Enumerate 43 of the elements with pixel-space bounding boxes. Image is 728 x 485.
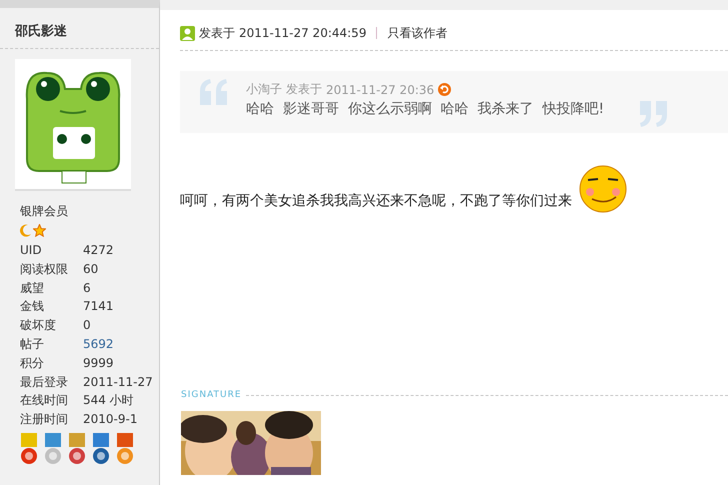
user-icon (180, 26, 195, 40)
post-body: 呵呵，有两个美女追杀我我高兴还来不急呢，不跑了等你们过来 (180, 192, 572, 210)
open-quote-icon (200, 79, 228, 105)
medal-icon (91, 432, 111, 466)
stat-value: 60 (83, 260, 100, 278)
stat-label: 在线时间 (20, 392, 69, 410)
stat-label: 破坏度 (20, 317, 57, 334)
star-icon (33, 224, 46, 237)
posted-label: 发表于 (199, 24, 235, 42)
stat-value: 2010-9-1 (83, 411, 138, 428)
stat-value: 544 小时 (83, 392, 135, 410)
medal-icon (19, 432, 39, 466)
author-only-link[interactable]: 只看该作者 (387, 24, 448, 42)
stat-label: 金钱 (20, 298, 45, 316)
stat-label: 威望 (20, 280, 45, 297)
medal-icon (67, 432, 87, 466)
stat-value: 6 (83, 280, 92, 297)
stat-value: 2011-11-27 (83, 374, 154, 391)
quote-author: 小淘子 (246, 81, 282, 98)
moon-icon (20, 224, 32, 237)
username[interactable]: 邵氏影迷 (0, 8, 159, 49)
smiley-icon (578, 165, 628, 213)
stat-label: 帖子 (20, 336, 45, 353)
stat-label: 积分 (20, 354, 45, 372)
quote-time: 2011-11-27 20:36 (326, 82, 434, 96)
stat-label: UID (20, 242, 43, 259)
close-quote-icon (640, 101, 668, 127)
stat-value: 7141 (83, 298, 115, 316)
stat-value: 9999 (83, 354, 115, 372)
stat-label: 最后登录 (20, 374, 69, 391)
post-time: 2011-11-27 20:44:59 (239, 26, 366, 40)
medal-icon (115, 432, 135, 466)
jump-icon[interactable] (438, 83, 452, 96)
stat-value: 0 (83, 317, 92, 334)
quote-posted-label: 发表于 (286, 81, 322, 98)
quote-text: 哈哈 影迷哥哥 你这么示弱啊 哈哈 我杀来了 快投降吧! (246, 100, 604, 118)
stat-label: 注册时间 (20, 411, 69, 428)
stat-label: 阅读权限 (20, 260, 69, 278)
stat-link[interactable]: 5692 (83, 334, 159, 354)
stat-value: 4272 (83, 242, 115, 259)
member-rank: 银牌会员 (20, 203, 69, 220)
medal-icon (43, 432, 63, 466)
signature-label: SIGNATURE (181, 390, 242, 400)
